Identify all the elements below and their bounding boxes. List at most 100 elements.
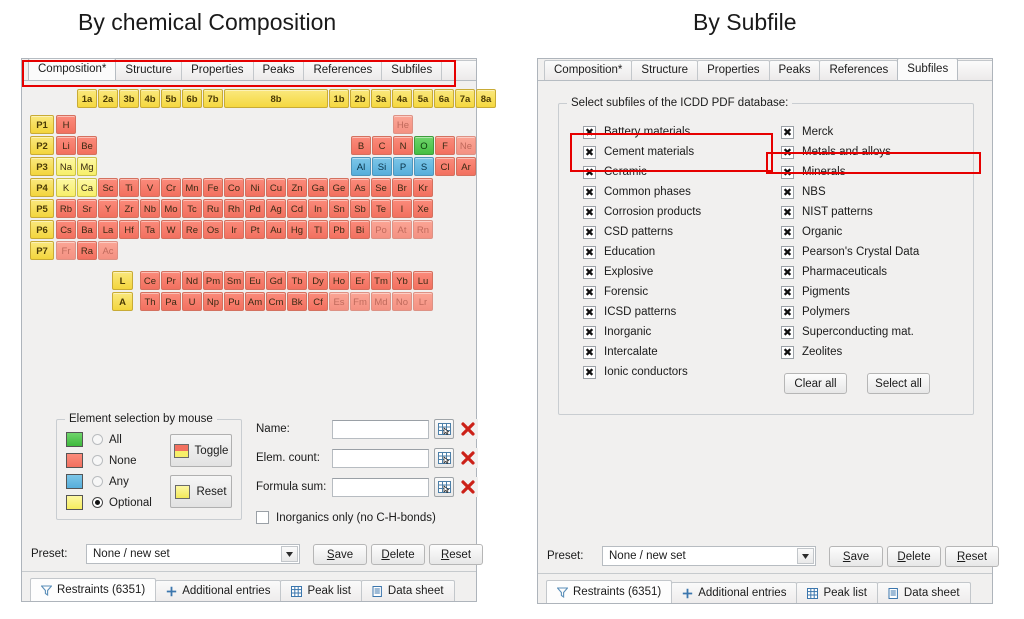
element-Eu[interactable]: Eu bbox=[245, 271, 265, 290]
tab-composition[interactable]: Composition* bbox=[28, 58, 117, 80]
element-Sr[interactable]: Sr bbox=[77, 199, 97, 218]
inorganics-only-row[interactable]: Inorganics only (no C-H-bonds) bbox=[256, 511, 436, 524]
subfile-education[interactable]: ✖ Education bbox=[583, 242, 701, 262]
tab-peaks-right[interactable]: Peaks bbox=[768, 60, 821, 80]
element-Pm[interactable]: Pm bbox=[203, 271, 223, 290]
element-Ru[interactable]: Ru bbox=[203, 199, 223, 218]
tab-structure[interactable]: Structure bbox=[115, 60, 183, 80]
subfile-nist-patterns[interactable]: ✖ NIST patterns bbox=[781, 202, 930, 222]
checkbox-checked-icon[interactable]: ✖ bbox=[583, 285, 596, 299]
group-4a[interactable]: 4a bbox=[392, 89, 412, 108]
elem-count-clear-button[interactable] bbox=[458, 448, 478, 468]
subfile-pearsons-crystal-data[interactable]: ✖ Pearson's Crystal Data bbox=[781, 242, 930, 262]
subfile-minerals[interactable]: ✖ Minerals bbox=[781, 162, 930, 182]
checkbox-checked-icon[interactable]: ✖ bbox=[583, 265, 596, 279]
element-S[interactable]: S bbox=[414, 157, 434, 176]
element-Fr[interactable]: Fr bbox=[56, 241, 76, 260]
element-Mg[interactable]: Mg bbox=[77, 157, 97, 176]
radio-any[interactable] bbox=[92, 476, 103, 487]
checkbox-checked-icon[interactable]: ✖ bbox=[583, 225, 596, 239]
bottom-tab-restraints-right[interactable]: Restraints (6351) bbox=[546, 580, 673, 603]
subfile-merck[interactable]: ✖ Merck bbox=[781, 122, 930, 142]
period-label-p2[interactable]: P2 bbox=[30, 136, 54, 155]
subfile-organic[interactable]: ✖ Organic bbox=[781, 222, 930, 242]
element-B[interactable]: B bbox=[351, 136, 371, 155]
element-Am[interactable]: Am bbox=[245, 292, 265, 311]
element-Yb[interactable]: Yb bbox=[392, 271, 412, 290]
element-Os[interactable]: Os bbox=[203, 220, 223, 239]
element-Rn[interactable]: Rn bbox=[413, 220, 433, 239]
element-Th[interactable]: Th bbox=[140, 292, 160, 311]
element-Cr[interactable]: Cr bbox=[161, 178, 181, 197]
option-all[interactable]: All bbox=[66, 430, 122, 449]
element-Zr[interactable]: Zr bbox=[119, 199, 139, 218]
element-Dy[interactable]: Dy bbox=[308, 271, 328, 290]
bottom-tab-peak-list[interactable]: Peak list bbox=[280, 580, 362, 601]
element-Ge[interactable]: Ge bbox=[329, 178, 349, 197]
element-Ce[interactable]: Ce bbox=[140, 271, 160, 290]
element-Te[interactable]: Te bbox=[371, 199, 391, 218]
element-Ra[interactable]: Ra bbox=[77, 241, 97, 260]
subfile-ionic-conductors[interactable]: ✖ Ionic conductors bbox=[583, 362, 701, 382]
group-1a[interactable]: 1a bbox=[77, 89, 97, 108]
subfile-icsd-patterns[interactable]: ✖ ICSD patterns bbox=[583, 302, 701, 322]
element-N[interactable]: N bbox=[393, 136, 413, 155]
bottom-tab-data-sheet-right[interactable]: Data sheet bbox=[876, 582, 971, 603]
name-clear-button[interactable] bbox=[458, 419, 478, 439]
checkbox-checked-icon[interactable]: ✖ bbox=[583, 145, 596, 159]
radio-optional[interactable] bbox=[92, 497, 103, 508]
element-Np[interactable]: Np bbox=[203, 292, 223, 311]
toggle-button[interactable]: Toggle bbox=[170, 434, 232, 467]
tab-properties-right[interactable]: Properties bbox=[697, 60, 770, 80]
period-label-p7[interactable]: P7 bbox=[30, 241, 54, 260]
element-Lu[interactable]: Lu bbox=[413, 271, 433, 290]
checkbox-checked-icon[interactable]: ✖ bbox=[583, 305, 596, 319]
element-Md[interactable]: Md bbox=[371, 292, 391, 311]
checkbox-checked-icon[interactable]: ✖ bbox=[781, 125, 794, 139]
clear-all-button[interactable]: Clear all bbox=[784, 373, 847, 394]
element-Fm[interactable]: Fm bbox=[350, 292, 370, 311]
element-Ir[interactable]: Ir bbox=[224, 220, 244, 239]
tab-references[interactable]: References bbox=[303, 60, 383, 80]
element-Pr[interactable]: Pr bbox=[161, 271, 181, 290]
element-W[interactable]: W bbox=[161, 220, 181, 239]
checkbox-checked-icon[interactable]: ✖ bbox=[583, 165, 596, 179]
subfile-common-phases[interactable]: ✖ Common phases bbox=[583, 182, 701, 202]
period-label-p1[interactable]: P1 bbox=[30, 115, 54, 134]
element-K[interactable]: K bbox=[56, 178, 76, 197]
name-picker-button[interactable] bbox=[434, 419, 454, 439]
subfile-pharmaceuticals[interactable]: ✖ Pharmaceuticals bbox=[781, 262, 930, 282]
element-Cf[interactable]: Cf bbox=[308, 292, 328, 311]
element-Sc[interactable]: Sc bbox=[98, 178, 118, 197]
element-Nb[interactable]: Nb bbox=[140, 199, 160, 218]
checkbox-checked-icon[interactable]: ✖ bbox=[583, 345, 596, 359]
group-6b[interactable]: 6b bbox=[182, 89, 202, 108]
subfile-forensic[interactable]: ✖ Forensic bbox=[583, 282, 701, 302]
subfile-nbs[interactable]: ✖ NBS bbox=[781, 182, 930, 202]
element-No[interactable]: No bbox=[392, 292, 412, 311]
element-Be[interactable]: Be bbox=[77, 136, 97, 155]
tab-references-right[interactable]: References bbox=[819, 60, 899, 80]
subfile-explosive[interactable]: ✖ Explosive bbox=[583, 262, 701, 282]
element-Rb[interactable]: Rb bbox=[56, 199, 76, 218]
group-8b[interactable]: 8b bbox=[224, 89, 328, 108]
element-Au[interactable]: Au bbox=[266, 220, 286, 239]
actinide-label[interactable]: A bbox=[112, 292, 133, 311]
element-Lr[interactable]: Lr bbox=[413, 292, 433, 311]
tab-structure-right[interactable]: Structure bbox=[631, 60, 699, 80]
bottom-tab-data-sheet[interactable]: Data sheet bbox=[360, 580, 455, 601]
group-5b[interactable]: 5b bbox=[161, 89, 181, 108]
tab-properties[interactable]: Properties bbox=[181, 60, 254, 80]
tab-composition-right[interactable]: Composition* bbox=[544, 60, 633, 80]
checkbox-checked-icon[interactable]: ✖ bbox=[583, 205, 596, 219]
element-H[interactable]: H bbox=[56, 115, 76, 134]
subfile-csd-patterns[interactable]: ✖ CSD patterns bbox=[583, 222, 701, 242]
group-3b[interactable]: 3b bbox=[119, 89, 139, 108]
reset-preset-button[interactable]: Reset bbox=[429, 544, 483, 565]
group-3a[interactable]: 3a bbox=[371, 89, 391, 108]
lanthanide-label[interactable]: L bbox=[112, 271, 133, 290]
element-Po[interactable]: Po bbox=[371, 220, 391, 239]
chevron-down-icon[interactable] bbox=[281, 546, 298, 562]
element-Tl[interactable]: Tl bbox=[308, 220, 328, 239]
element-He[interactable]: He bbox=[393, 115, 413, 134]
